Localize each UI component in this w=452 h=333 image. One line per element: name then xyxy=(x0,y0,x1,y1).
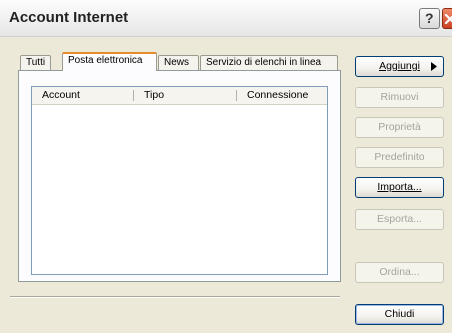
add-button[interactable]: Aggiungi xyxy=(355,56,444,77)
title-bar[interactable]: Account Internet ? xyxy=(0,0,452,37)
column-divider[interactable] xyxy=(236,90,237,101)
close-icon xyxy=(444,13,452,25)
tab-panel: Account Tipo Connessione xyxy=(18,70,341,282)
column-header-account[interactable]: Account xyxy=(42,87,80,104)
column-header-type[interactable]: Tipo xyxy=(144,87,164,104)
properties-button[interactable]: Proprietà xyxy=(355,117,444,138)
window-title: Account Internet xyxy=(9,9,129,26)
column-divider[interactable] xyxy=(133,90,134,101)
bottom-separator xyxy=(10,296,340,298)
tab-news[interactable]: News xyxy=(158,55,199,70)
close-button[interactable]: Chiudi xyxy=(355,304,444,325)
column-header-connection[interactable]: Connessione xyxy=(247,87,308,104)
help-button[interactable]: ? xyxy=(419,8,440,29)
accounts-list[interactable]: Account Tipo Connessione xyxy=(31,86,328,275)
list-header: Account Tipo Connessione xyxy=(32,87,327,105)
close-window-button[interactable] xyxy=(442,8,452,29)
submenu-arrow-icon xyxy=(431,62,437,71)
import-button[interactable]: Importa... xyxy=(355,177,444,198)
tab-mail[interactable]: Posta elettronica xyxy=(62,52,157,71)
set-default-button[interactable]: Predefinito xyxy=(355,147,444,168)
internet-accounts-dialog: Account Internet ? Tutti Posta elettroni… xyxy=(0,0,452,333)
import-button-label: Importa... xyxy=(377,181,422,193)
add-button-label: Aggiungi xyxy=(379,60,420,72)
tab-all[interactable]: Tutti xyxy=(20,55,51,70)
order-button[interactable]: Ordina... xyxy=(355,262,444,283)
remove-button[interactable]: Rimuovi xyxy=(355,87,444,108)
help-icon: ? xyxy=(425,10,434,26)
tab-directory-service[interactable]: Servizio di elenchi in linea xyxy=(200,55,338,70)
export-button[interactable]: Esporta... xyxy=(355,209,444,230)
